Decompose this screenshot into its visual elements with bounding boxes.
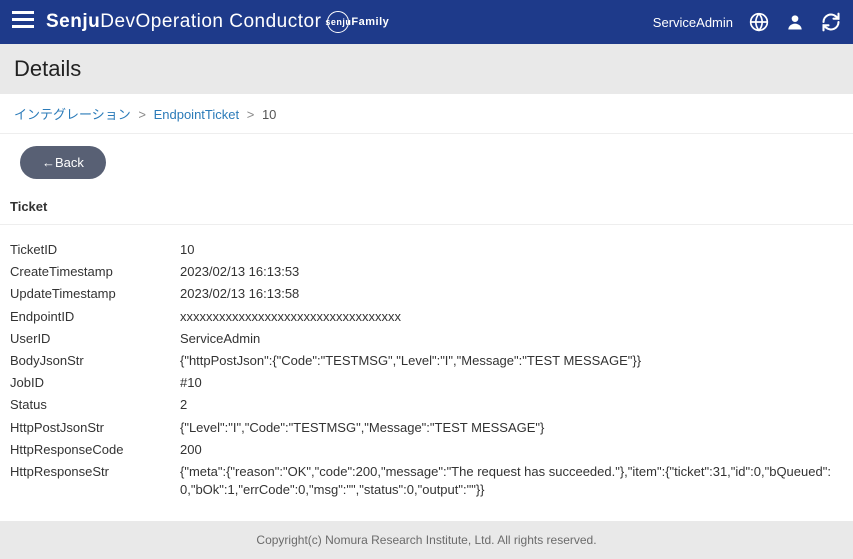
field-value: 2023/02/13 16:13:53 <box>180 263 843 281</box>
page-title: Details <box>0 44 853 94</box>
fields-container: TicketID10CreateTimestamp2023/02/13 16:1… <box>0 225 853 521</box>
field-value: ServiceAdmin <box>180 330 843 348</box>
breadcrumb-link-endpointticket[interactable]: EndpointTicket <box>154 107 240 122</box>
hamburger-icon[interactable] <box>12 9 34 35</box>
field-label: BodyJsonStr <box>10 352 180 370</box>
refresh-icon[interactable] <box>821 12 841 32</box>
field-label: JobID <box>10 374 180 392</box>
field-row: UpdateTimestamp2023/02/13 16:13:58 <box>10 283 843 305</box>
field-row: JobID#10 <box>10 372 843 394</box>
footer-copyright: Copyright(c) Nomura Research Institute, … <box>0 521 853 559</box>
globe-icon[interactable] <box>749 12 769 32</box>
field-label: Status <box>10 396 180 414</box>
field-row: BodyJsonStr{"httpPostJson":{"Code":"TEST… <box>10 350 843 372</box>
field-row: HttpPostJsonStr{"Level":"I","Code":"TEST… <box>10 417 843 439</box>
topbar-right: ServiceAdmin <box>653 12 841 32</box>
field-value: xxxxxxxxxxxxxxxxxxxxxxxxxxxxxxxxxx <box>180 308 843 326</box>
field-row: UserIDServiceAdmin <box>10 328 843 350</box>
back-button-label: Back <box>55 155 84 170</box>
section-title: Ticket <box>0 191 853 225</box>
field-label: UserID <box>10 330 180 348</box>
current-user: ServiceAdmin <box>653 15 733 30</box>
field-row: TicketID10 <box>10 239 843 261</box>
breadcrumb-link-integration[interactable]: インテグレーション <box>14 107 131 122</box>
field-label: UpdateTimestamp <box>10 285 180 303</box>
field-row: HttpResponseStr{"meta":{"reason":"OK","c… <box>10 461 843 501</box>
breadcrumb: インテグレーション > EndpointTicket > 10 <box>0 94 853 134</box>
field-value: {"meta":{"reason":"OK","code":200,"messa… <box>180 463 843 499</box>
brand-sub-text: Family <box>351 16 389 28</box>
field-label: CreateTimestamp <box>10 263 180 281</box>
field-value: 2023/02/13 16:13:58 <box>180 285 843 303</box>
breadcrumb-sep: > <box>138 107 146 122</box>
field-value: {"Level":"I","Code":"TESTMSG","Message":… <box>180 419 843 437</box>
brand-bold: Senju <box>46 11 100 33</box>
breadcrumb-sep: > <box>247 107 255 122</box>
field-value: 10 <box>180 241 843 259</box>
field-label: HttpResponseStr <box>10 463 180 499</box>
topbar: Senju DevOperation Conductor senju Famil… <box>0 0 853 44</box>
brand-sub-circle: senju <box>327 11 349 33</box>
brand-light: DevOperation Conductor <box>100 11 321 33</box>
field-label: HttpResponseCode <box>10 441 180 459</box>
brand-logo: Senju DevOperation Conductor senju Famil… <box>46 11 389 33</box>
field-row: HttpResponseCode200 <box>10 439 843 461</box>
field-value: 2 <box>180 396 843 414</box>
field-label: HttpPostJsonStr <box>10 419 180 437</box>
field-value: 200 <box>180 441 843 459</box>
breadcrumb-current: 10 <box>262 107 276 122</box>
field-label: TicketID <box>10 241 180 259</box>
arrow-left-icon: ← <box>42 155 55 170</box>
field-row: CreateTimestamp2023/02/13 16:13:53 <box>10 261 843 283</box>
brand-sub: senju Family <box>327 11 389 33</box>
field-label: EndpointID <box>10 308 180 326</box>
field-value: #10 <box>180 374 843 392</box>
field-row: EndpointIDxxxxxxxxxxxxxxxxxxxxxxxxxxxxxx… <box>10 306 843 328</box>
back-button[interactable]: ←Back <box>20 146 106 179</box>
field-value: {"httpPostJson":{"Code":"TESTMSG","Level… <box>180 352 843 370</box>
user-icon[interactable] <box>785 12 805 32</box>
field-row: Status2 <box>10 394 843 416</box>
